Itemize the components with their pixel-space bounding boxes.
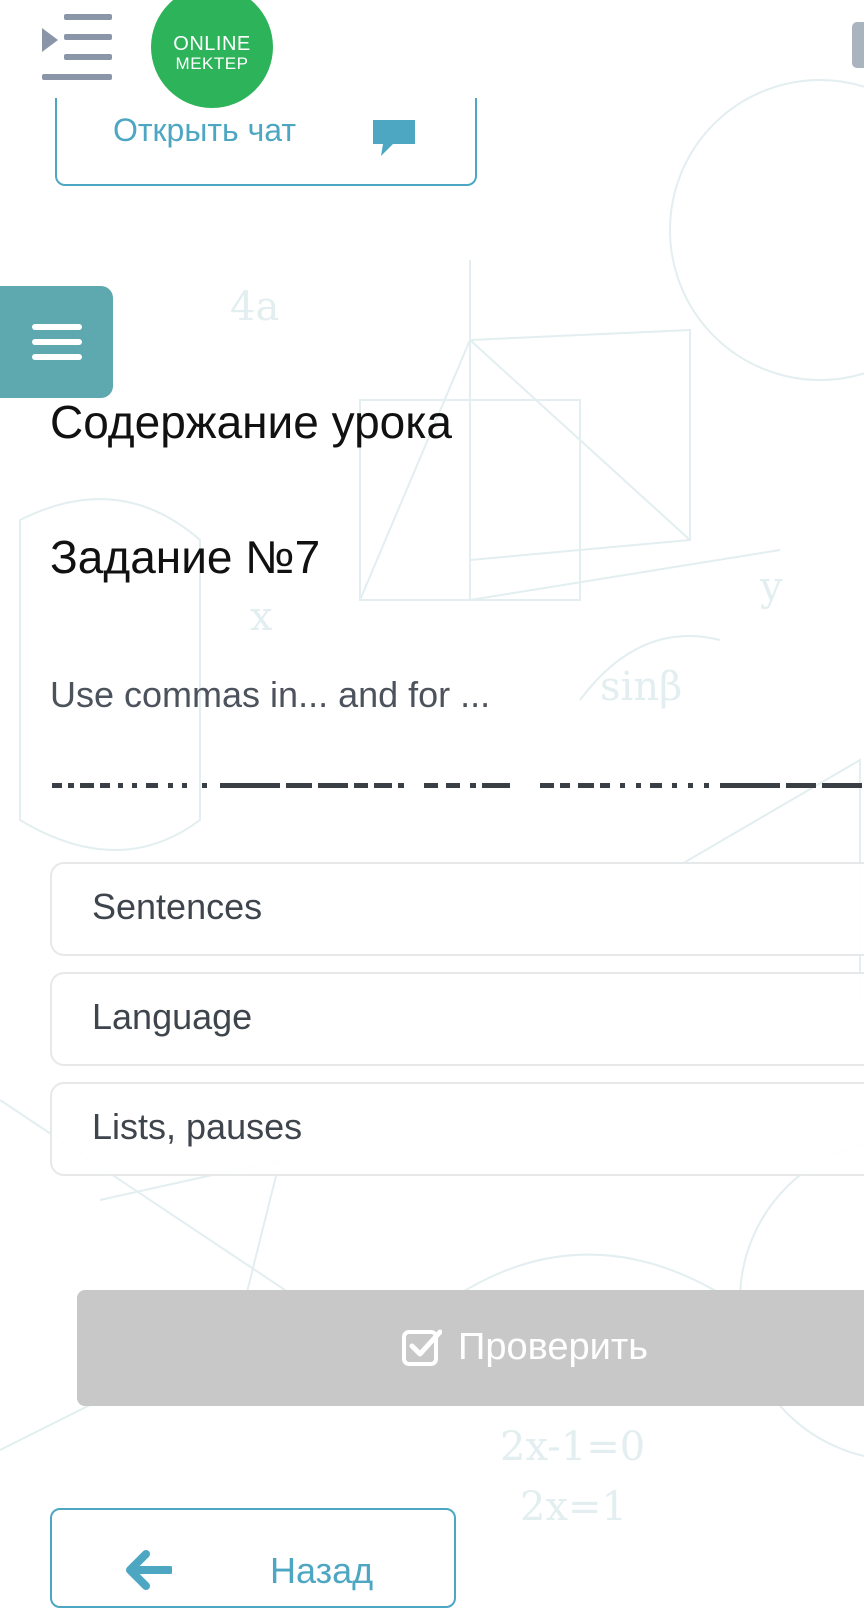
answer-option[interactable]: Lists, pauses <box>50 1082 864 1176</box>
menu-line <box>31 354 82 360</box>
check-answer-label: Проверить <box>458 1326 649 1368</box>
open-chat-label: Открыть чат <box>113 112 296 148</box>
answer-option[interactable]: Sentences <box>50 862 864 956</box>
question-text: Use commas in... and for ... <box>50 674 491 715</box>
lesson-menu-button[interactable] <box>0 286 113 398</box>
collapse-menu-icon[interactable] <box>42 14 112 80</box>
menu-line <box>31 339 82 345</box>
lesson-content-heading: Содержание урока <box>50 396 452 448</box>
task-title: Задание №7 <box>50 531 321 583</box>
grid-icon[interactable] <box>852 22 864 68</box>
option-label: Lists, pauses <box>92 1106 303 1147</box>
online-mektep-logo[interactable]: ONLINE MEKTEP <box>151 0 273 108</box>
check-answer-button[interactable]: Проверить <box>77 1290 864 1406</box>
back-label: Назад <box>270 1550 374 1591</box>
svg-text:y: y <box>759 564 783 610</box>
menu-line <box>31 324 82 330</box>
top-header: ONLINE MEKTEP <box>0 0 864 110</box>
svg-text:2x-1=0: 2x-1=0 <box>500 1424 645 1470</box>
logo-line1: ONLINE <box>173 33 251 55</box>
svg-text:4a: 4a <box>230 284 279 330</box>
svg-text:2x=1: 2x=1 <box>520 1484 627 1530</box>
option-label: Sentences <box>92 886 263 927</box>
logo-line2: MEKTEP <box>175 54 249 73</box>
answer-option[interactable]: Language <box>50 972 864 1066</box>
svg-text:sinβ: sinβ <box>600 664 682 710</box>
option-label: Language <box>92 996 253 1037</box>
checkbox-check-icon <box>402 1329 442 1366</box>
svg-text:x: x <box>250 594 273 640</box>
back-button[interactable]: Назад <box>50 1508 456 1608</box>
chat-bubble-icon <box>373 120 415 156</box>
open-chat-button[interactable]: Открыть чат <box>55 98 477 186</box>
arrow-left-icon <box>126 1550 172 1590</box>
answer-blank-line <box>52 783 862 788</box>
